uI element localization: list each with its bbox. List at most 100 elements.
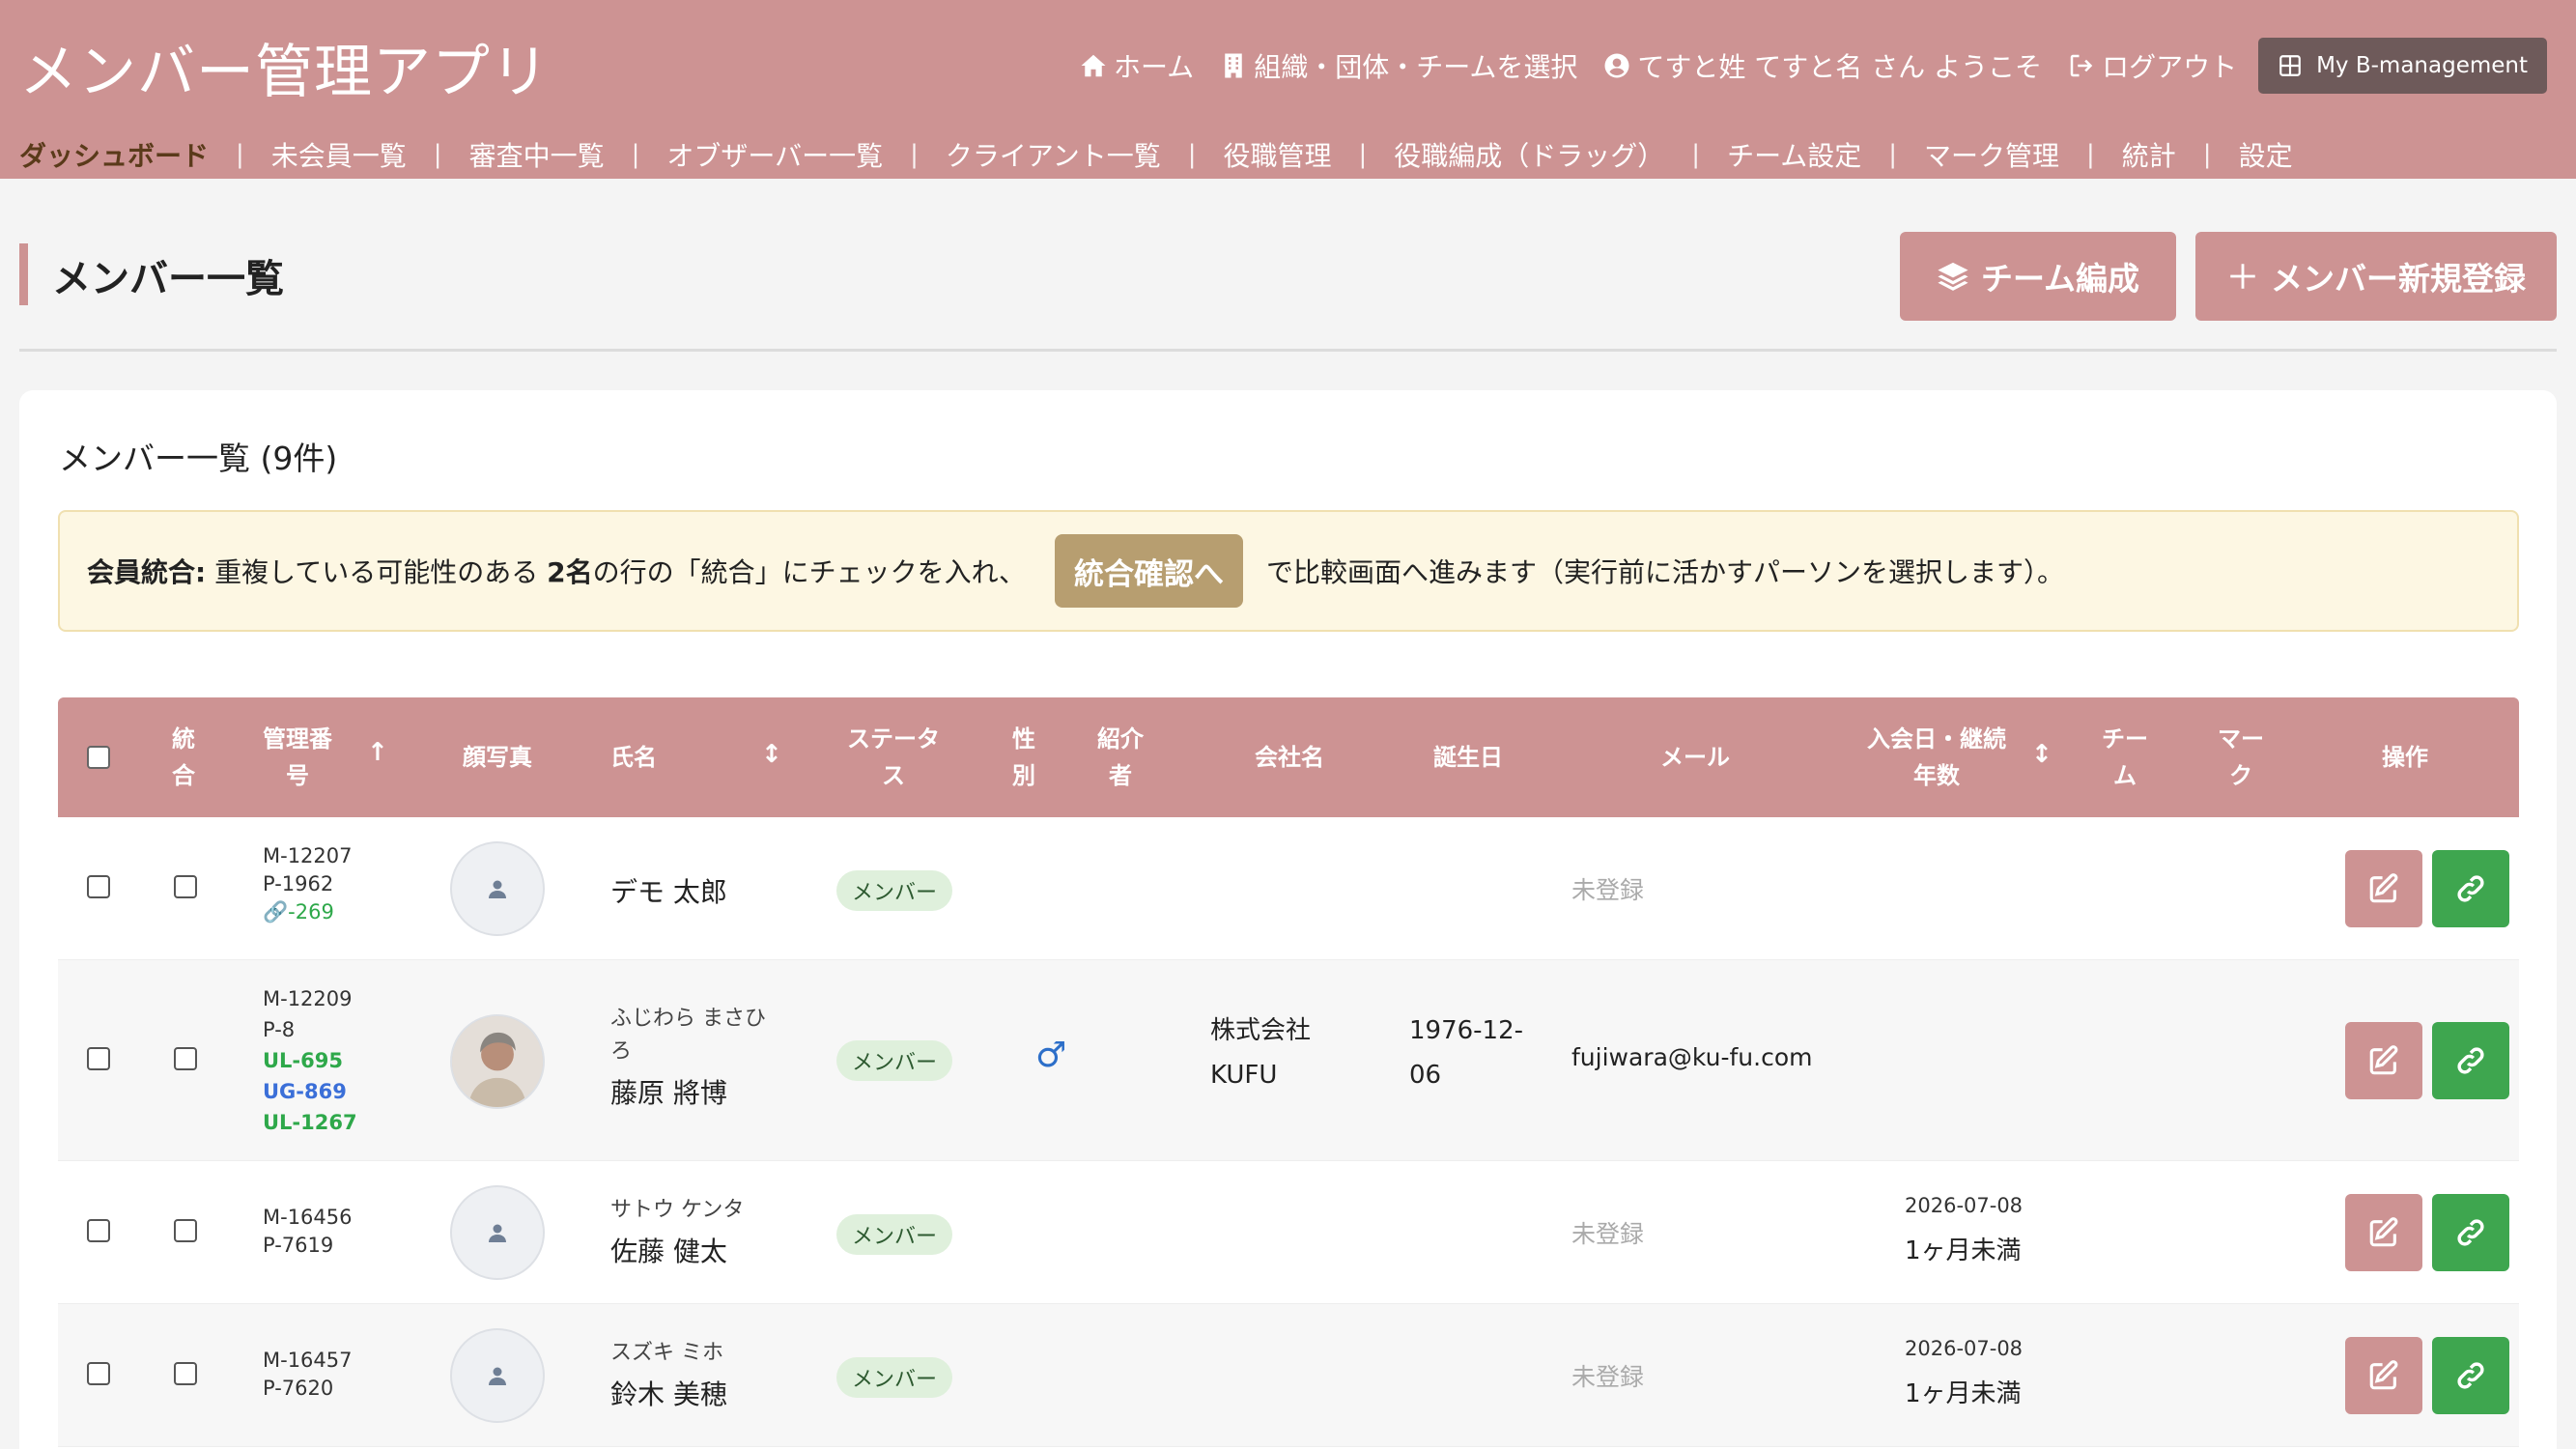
- edit-button[interactable]: [2345, 1337, 2422, 1414]
- sort-asc-icon[interactable]: ↑: [367, 738, 388, 767]
- logout-link[interactable]: ログアウト: [2067, 46, 2237, 85]
- header-company: 会社名: [1255, 744, 1324, 771]
- logout-label: ログアウト: [2102, 51, 2238, 83]
- person-number: P-1962: [263, 872, 334, 895]
- member-name[interactable]: 鈴木 美穂: [610, 1374, 727, 1412]
- member-name[interactable]: デモ 太郎: [610, 871, 727, 910]
- merge-checkbox[interactable]: [174, 1362, 197, 1385]
- header-email: メール: [1660, 744, 1730, 771]
- team-edit-button[interactable]: チーム編成: [1900, 232, 2176, 321]
- edit-button[interactable]: [2345, 1194, 2422, 1271]
- nav-non-members[interactable]: 未会員一覧: [271, 135, 407, 174]
- sort-both-icon[interactable]: ↕: [761, 740, 782, 769]
- logout-icon: [2070, 54, 2093, 77]
- merge-checkbox[interactable]: [174, 1219, 197, 1242]
- joined-date: 2026-07-08: [1905, 1194, 2024, 1217]
- select-org-link[interactable]: 組織・団体・チームを選択: [1219, 46, 1577, 85]
- nav-team-settings[interactable]: チーム設定: [1727, 135, 1861, 174]
- row-select-checkbox[interactable]: [87, 1362, 110, 1385]
- member-number: M-16456: [263, 1206, 353, 1229]
- row-select-checkbox[interactable]: [87, 1047, 110, 1070]
- select-all-checkbox[interactable]: [87, 746, 110, 769]
- nav-stats[interactable]: 統計: [2122, 135, 2176, 174]
- table-row: M-12207 P-1962 🔗-269 デモ 太郎 メンバー 未登録: [58, 817, 2519, 960]
- avatar: [450, 1328, 545, 1423]
- table-row: M-12209 P-8 UL-695 UG-869 UL-1267 ふじわら ま…: [58, 960, 2519, 1161]
- notice-label: 会員統合:: [87, 556, 207, 588]
- tag-ul[interactable]: UL-695: [263, 1045, 357, 1076]
- edit-button[interactable]: [2345, 850, 2422, 927]
- nav-dashboard[interactable]: ダッシュボード: [19, 135, 209, 174]
- link-button[interactable]: [2432, 850, 2509, 927]
- row-select-checkbox[interactable]: [87, 875, 110, 898]
- edit-button[interactable]: [2345, 1022, 2422, 1099]
- status-badge: メンバー: [836, 1214, 953, 1255]
- tag-ul[interactable]: UL-1267: [263, 1107, 357, 1138]
- header-joined[interactable]: 入会日・継続 年数: [1859, 697, 2014, 817]
- nav-settings[interactable]: 設定: [2239, 135, 2293, 174]
- nav-separator: |: [1691, 140, 1701, 169]
- status-badge: メンバー: [836, 870, 953, 911]
- joined-years: 1ヶ月未満: [1905, 1236, 2022, 1265]
- header-name[interactable]: 氏名: [610, 697, 688, 817]
- member-number: M-12207: [263, 844, 353, 867]
- member-number: M-16457: [263, 1349, 353, 1372]
- member-name[interactable]: 藤原 將博: [610, 1072, 727, 1111]
- nav-separator: |: [1888, 140, 1897, 169]
- team-edit-label: チーム編成: [1980, 260, 2139, 298]
- page-title: メンバー一覧: [52, 257, 284, 301]
- nav-separator: |: [910, 140, 919, 169]
- nav-under-review[interactable]: 審査中一覧: [469, 135, 605, 174]
- nav-marks[interactable]: マーク管理: [1924, 135, 2059, 174]
- edit-icon: [2369, 873, 2398, 903]
- header-id[interactable]: 管理番 号: [263, 697, 359, 817]
- table-row: M-16457 P-7620 スズキ ミホ 鈴木 美穂 メンバー 未登録 202…: [58, 1304, 2519, 1447]
- email[interactable]: fujiwara@ku-fu.com: [1571, 1043, 1812, 1071]
- sort-both-icon[interactable]: ↕: [2031, 740, 2052, 769]
- home-link[interactable]: ホーム: [1079, 46, 1194, 85]
- notice-text-3: で比較画面へ進みます（実行前に活かすパーソンを選択します）。: [1265, 556, 2064, 588]
- merge-checkbox[interactable]: [174, 1047, 197, 1070]
- app-title[interactable]: メンバー管理アプリ: [19, 25, 550, 109]
- nav-clients[interactable]: クライアント一覧: [946, 135, 1161, 174]
- link-button[interactable]: [2432, 1022, 2509, 1099]
- nav-observers[interactable]: オブザーバー一覧: [666, 135, 883, 174]
- edit-icon: [2369, 1360, 2398, 1390]
- person-photo-icon: [452, 1016, 543, 1107]
- header-photo: 顔写真: [463, 744, 532, 771]
- main-nav: ダッシュボード | 未会員一覧 | 審査中一覧 | オブザーバー一覧 | クライ…: [19, 135, 2293, 174]
- merge-checkbox[interactable]: [174, 875, 197, 898]
- welcome-user[interactable]: てすと姓 てすと名 さん ようこそ: [1602, 46, 2042, 85]
- status-badge: メンバー: [836, 1040, 953, 1081]
- header-mark: マー ク: [2218, 725, 2264, 789]
- nav-separator: |: [433, 140, 442, 169]
- link-icon: [2457, 1219, 2484, 1246]
- row-select-checkbox[interactable]: [87, 1219, 110, 1242]
- nav-role-drag[interactable]: 役職編成（ドラッグ）: [1394, 135, 1664, 174]
- nav-separator: |: [236, 140, 244, 169]
- linked-id-label: -269: [288, 900, 334, 923]
- linked-id[interactable]: 🔗-269: [263, 898, 353, 926]
- person-icon: [489, 1224, 506, 1242]
- merge-confirm-button[interactable]: 統合確認へ: [1054, 534, 1243, 608]
- nav-separator: |: [1187, 140, 1197, 169]
- birthday: 1976-12- 06: [1409, 1016, 1524, 1090]
- member-name[interactable]: 佐藤 健太: [610, 1231, 727, 1269]
- person-icon: [489, 880, 506, 898]
- person-number: P-7619: [263, 1234, 334, 1257]
- merge-notice: 会員統合: 重複している可能性のある 2名 の行の「統合」にチェックを入れ、 統…: [58, 510, 2519, 632]
- link-button[interactable]: [2432, 1194, 2509, 1271]
- link-button[interactable]: [2432, 1337, 2509, 1414]
- notice-text-1: 重複している可能性のある: [206, 556, 548, 588]
- status-badge: メンバー: [836, 1357, 953, 1398]
- my-bmanagement-button[interactable]: My B-management: [2258, 38, 2547, 94]
- tag-ug[interactable]: UG-869: [263, 1076, 357, 1107]
- add-member-button[interactable]: メンバー新規登録: [2195, 232, 2557, 321]
- email: 未登録: [1571, 876, 1645, 904]
- nav-separator: |: [2202, 140, 2212, 169]
- gender-male-icon: ♂: [1035, 1036, 1067, 1075]
- page-title-accent: [19, 243, 28, 305]
- link-icon: [2457, 875, 2484, 902]
- member-kana: サトウ ケンタ: [610, 1198, 745, 1222]
- nav-roles[interactable]: 役職管理: [1224, 135, 1332, 174]
